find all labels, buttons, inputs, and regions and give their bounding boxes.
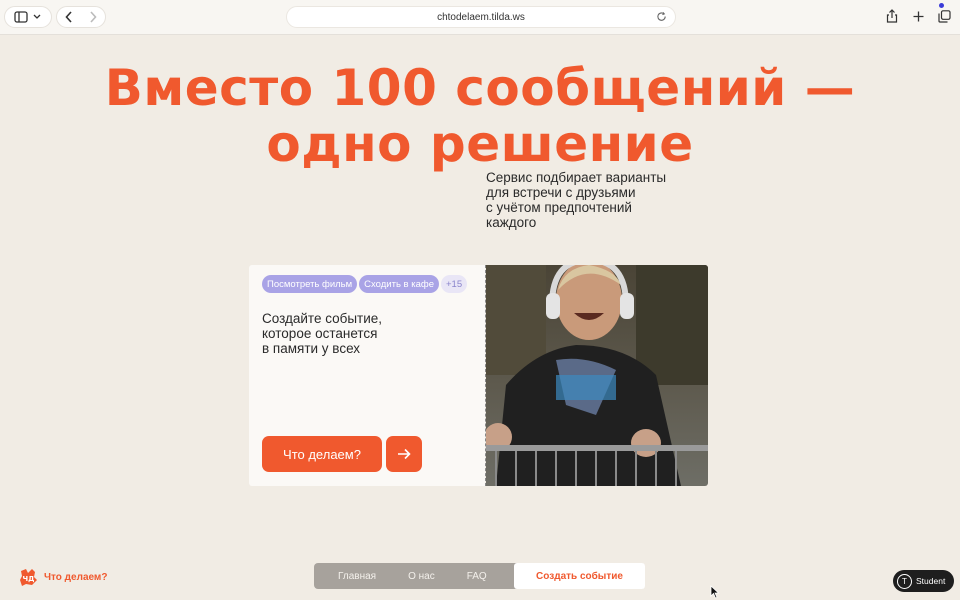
browser-actions — [884, 6, 952, 26]
new-tab-button[interactable] — [910, 6, 926, 26]
tag-cafe[interactable]: Сходить в кафе — [359, 275, 439, 293]
back-button[interactable] — [57, 11, 81, 23]
tag-list: Посмотреть фильм Сходить в кафе +15 — [262, 275, 468, 293]
reload-icon — [657, 12, 666, 21]
create-event-button[interactable]: Создать событие — [514, 563, 645, 589]
forward-button[interactable] — [81, 11, 105, 23]
site-logo[interactable]: ЧД Что делаем? — [18, 567, 107, 587]
headline-line-1: Вместо 100 сообщений — — [104, 59, 856, 117]
arrow-button[interactable] — [386, 436, 422, 472]
what-do-we-do-button[interactable]: Что делаем? — [262, 436, 382, 472]
reload-button[interactable] — [656, 11, 667, 25]
tabs-icon — [937, 9, 951, 23]
bottom-navigation: Главная О нас FAQ Создать событие — [314, 563, 645, 589]
tag-movie[interactable]: Посмотреть фильм — [262, 275, 358, 293]
logo-text: Что делаем? — [44, 571, 108, 583]
event-card: Посмотреть фильм Сходить в кафе +15 Созд… — [249, 265, 485, 486]
chevron-right-icon — [90, 11, 97, 23]
logo-icon: ЧД — [20, 569, 37, 586]
chevron-left-icon — [65, 11, 72, 23]
address-bar[interactable]: chtodelaem.tilda.ws — [286, 6, 676, 28]
person-with-cart-image — [486, 265, 708, 486]
student-badge[interactable]: T Student — [893, 570, 954, 592]
tag-more[interactable]: +15 — [440, 275, 468, 293]
plus-icon — [913, 11, 923, 21]
nav-about[interactable]: О нас — [392, 563, 451, 589]
browser-toolbar: chtodelaem.tilda.ws — [0, 0, 960, 35]
sidebar-icon — [14, 11, 41, 23]
page-headline: Вместо 100 сообщений — одно решение — [0, 60, 960, 172]
student-label: Student — [916, 576, 946, 586]
url-text: chtodelaem.tilda.ws — [437, 11, 525, 23]
nav-faq[interactable]: FAQ — [451, 563, 503, 589]
promo-photo — [485, 265, 708, 486]
history-nav — [56, 6, 106, 28]
hero-subtitle: Сервис подбирает варианты для встречи с … — [486, 170, 667, 230]
notification-dot — [939, 3, 944, 8]
share-icon — [886, 9, 898, 23]
tab-overview-button[interactable] — [936, 6, 952, 26]
arrow-right-icon — [398, 448, 411, 460]
card-text: Создайте событие, которое останется в па… — [262, 311, 383, 356]
share-button[interactable] — [884, 6, 900, 26]
svg-text:ЧД: ЧД — [23, 575, 35, 583]
nav-home[interactable]: Главная — [314, 563, 392, 589]
headline-line-2: одно решение — [266, 115, 694, 173]
tilda-icon: T — [897, 573, 912, 589]
sidebar-toggle-button[interactable] — [4, 6, 52, 28]
mouse-cursor-icon — [710, 585, 720, 599]
